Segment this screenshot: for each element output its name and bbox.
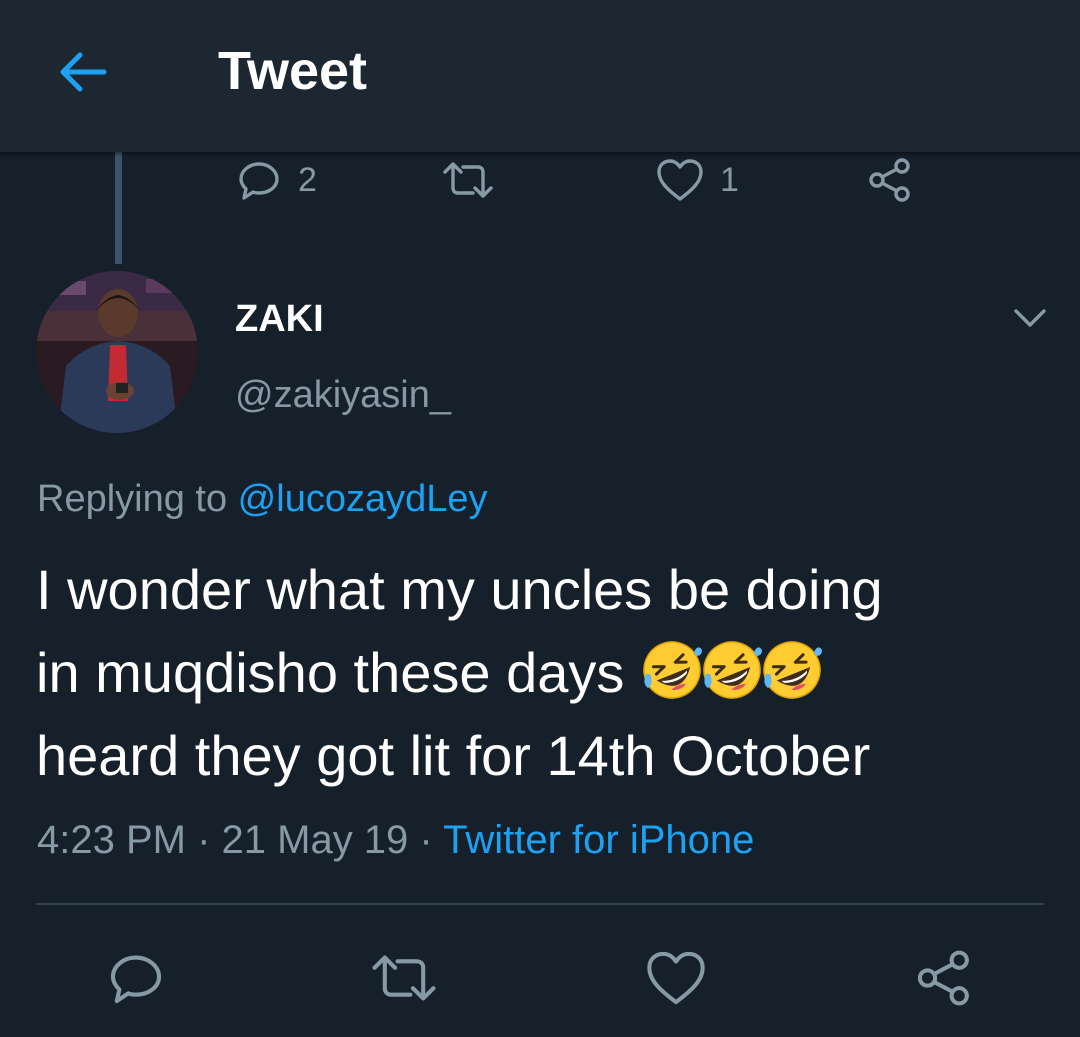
author-name[interactable]: ZAKI (235, 296, 324, 342)
reply-button[interactable]: 2 (234, 150, 317, 210)
tweet-text: I wonder what my uncles be doing in muqd… (36, 548, 1056, 797)
arrow-left-icon (60, 52, 107, 92)
replying-to: Replying to @lucozaydLey (37, 476, 488, 522)
avatar-photo (36, 271, 198, 433)
heart-icon (647, 951, 705, 1005)
tweet-meta: 4:23 PM · 21 May 19 · Twitter for iPhone (37, 816, 754, 864)
like-button[interactable]: 1 (654, 150, 739, 210)
tweet-text-line: I wonder what my uncles be doing (36, 558, 883, 621)
back-button[interactable] (52, 40, 116, 104)
like-button[interactable] (638, 940, 714, 1016)
heart-icon (657, 159, 703, 201)
share-icon (869, 158, 910, 202)
retweet-icon (372, 955, 436, 1001)
tweet-date: 21 May 19 (221, 818, 409, 862)
retweet-button[interactable] (366, 940, 442, 1016)
retweet-icon (443, 162, 493, 198)
replying-prefix: Replying to (37, 478, 238, 520)
tweet-text-line: heard they got lit for 14th October (36, 724, 871, 787)
share-icon (917, 950, 969, 1006)
replying-to-mention-link[interactable]: @lucozaydLey (238, 478, 488, 520)
meta-separator: · (408, 818, 444, 862)
page-title: Tweet (218, 41, 368, 101)
reply-icon (110, 955, 162, 1004)
rolling-laughing-emoji-icon (763, 641, 822, 699)
retweet-button[interactable] (440, 150, 496, 210)
reply-button[interactable] (98, 940, 174, 1016)
emoji-group (640, 641, 822, 704)
reply-icon (239, 162, 279, 200)
app-header: Tweet (0, 0, 1080, 152)
share-button[interactable] (906, 940, 982, 1016)
rolling-laughing-emoji-icon (643, 641, 702, 699)
meta-separator: · (185, 818, 222, 862)
divider (36, 903, 1044, 905)
previous-tweet-actions: 2 1 (0, 150, 1080, 210)
tweet-source-link[interactable]: Twitter for iPhone (443, 818, 754, 862)
tweet-action-bar (0, 940, 1080, 1016)
avatar[interactable] (36, 271, 198, 433)
chevron-down-icon (1014, 309, 1046, 327)
reply-count: 2 (298, 160, 317, 199)
tweet-text-line: in muqdisho these days (36, 631, 1056, 714)
rolling-laughing-emoji-icon (703, 641, 762, 699)
author-handle[interactable]: @zakiyasin_ (235, 372, 451, 418)
share-button[interactable] (864, 150, 916, 210)
tweet-options-button[interactable] (1010, 298, 1050, 338)
like-count: 1 (720, 160, 739, 199)
tweet-time: 4:23 PM (37, 818, 186, 862)
